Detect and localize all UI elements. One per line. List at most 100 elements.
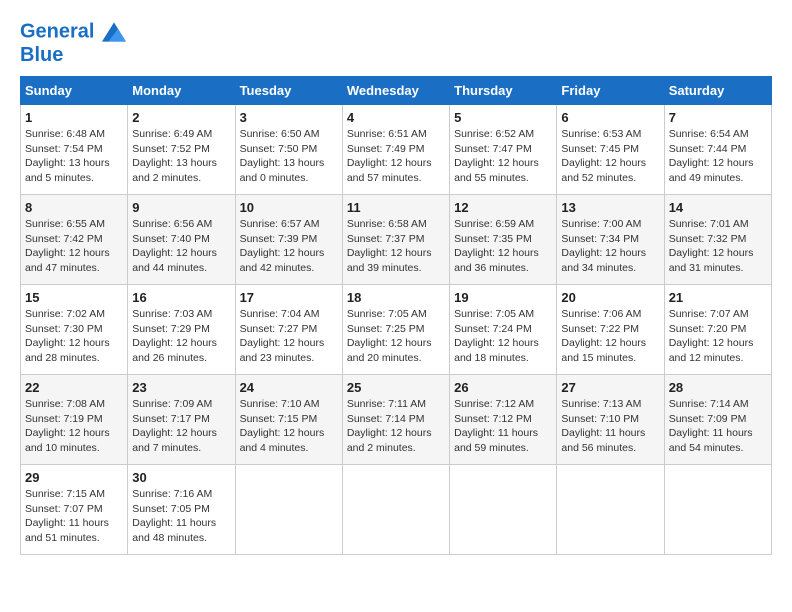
day-info: Sunrise: 6:53 AM Sunset: 7:45 PM Dayligh… xyxy=(561,127,659,186)
day-info: Sunrise: 7:11 AM Sunset: 7:14 PM Dayligh… xyxy=(347,397,445,456)
calendar-cell xyxy=(557,465,664,555)
day-info: Sunrise: 7:08 AM Sunset: 7:19 PM Dayligh… xyxy=(25,397,123,456)
calendar-cell: 20 Sunrise: 7:06 AM Sunset: 7:22 PM Dayl… xyxy=(557,285,664,375)
calendar-week-row: 15 Sunrise: 7:02 AM Sunset: 7:30 PM Dayl… xyxy=(21,285,772,375)
day-info: Sunrise: 6:52 AM Sunset: 7:47 PM Dayligh… xyxy=(454,127,552,186)
calendar-day-header: Thursday xyxy=(450,77,557,105)
day-info: Sunrise: 7:16 AM Sunset: 7:05 PM Dayligh… xyxy=(132,487,230,546)
calendar-cell: 2 Sunrise: 6:49 AM Sunset: 7:52 PM Dayli… xyxy=(128,105,235,195)
day-number: 5 xyxy=(454,110,552,125)
day-info: Sunrise: 6:54 AM Sunset: 7:44 PM Dayligh… xyxy=(669,127,767,186)
day-number: 15 xyxy=(25,290,123,305)
calendar-day-header: Tuesday xyxy=(235,77,342,105)
calendar-cell: 5 Sunrise: 6:52 AM Sunset: 7:47 PM Dayli… xyxy=(450,105,557,195)
day-info: Sunrise: 6:48 AM Sunset: 7:54 PM Dayligh… xyxy=(25,127,123,186)
calendar-cell: 23 Sunrise: 7:09 AM Sunset: 7:17 PM Dayl… xyxy=(128,375,235,465)
calendar-cell: 13 Sunrise: 7:00 AM Sunset: 7:34 PM Dayl… xyxy=(557,195,664,285)
day-number: 11 xyxy=(347,200,445,215)
calendar-cell: 12 Sunrise: 6:59 AM Sunset: 7:35 PM Dayl… xyxy=(450,195,557,285)
calendar-cell: 24 Sunrise: 7:10 AM Sunset: 7:15 PM Dayl… xyxy=(235,375,342,465)
day-info: Sunrise: 6:51 AM Sunset: 7:49 PM Dayligh… xyxy=(347,127,445,186)
calendar-cell xyxy=(235,465,342,555)
calendar-table: SundayMondayTuesdayWednesdayThursdayFrid… xyxy=(20,76,772,555)
day-number: 28 xyxy=(669,380,767,395)
day-info: Sunrise: 6:59 AM Sunset: 7:35 PM Dayligh… xyxy=(454,217,552,276)
calendar-cell: 26 Sunrise: 7:12 AM Sunset: 7:12 PM Dayl… xyxy=(450,375,557,465)
calendar-cell: 7 Sunrise: 6:54 AM Sunset: 7:44 PM Dayli… xyxy=(664,105,771,195)
calendar-week-row: 22 Sunrise: 7:08 AM Sunset: 7:19 PM Dayl… xyxy=(21,375,772,465)
day-info: Sunrise: 7:13 AM Sunset: 7:10 PM Dayligh… xyxy=(561,397,659,456)
day-number: 8 xyxy=(25,200,123,215)
calendar-cell: 19 Sunrise: 7:05 AM Sunset: 7:24 PM Dayl… xyxy=(450,285,557,375)
day-number: 4 xyxy=(347,110,445,125)
calendar-cell: 29 Sunrise: 7:15 AM Sunset: 7:07 PM Dayl… xyxy=(21,465,128,555)
calendar-cell: 3 Sunrise: 6:50 AM Sunset: 7:50 PM Dayli… xyxy=(235,105,342,195)
day-info: Sunrise: 6:57 AM Sunset: 7:39 PM Dayligh… xyxy=(240,217,338,276)
calendar-week-row: 8 Sunrise: 6:55 AM Sunset: 7:42 PM Dayli… xyxy=(21,195,772,285)
calendar-cell: 15 Sunrise: 7:02 AM Sunset: 7:30 PM Dayl… xyxy=(21,285,128,375)
day-number: 16 xyxy=(132,290,230,305)
calendar-week-row: 29 Sunrise: 7:15 AM Sunset: 7:07 PM Dayl… xyxy=(21,465,772,555)
day-number: 6 xyxy=(561,110,659,125)
calendar-cell xyxy=(450,465,557,555)
logo-blue-text: Blue xyxy=(20,44,126,66)
day-number: 20 xyxy=(561,290,659,305)
calendar-cell xyxy=(664,465,771,555)
day-number: 3 xyxy=(240,110,338,125)
day-info: Sunrise: 7:03 AM Sunset: 7:29 PM Dayligh… xyxy=(132,307,230,366)
day-info: Sunrise: 7:01 AM Sunset: 7:32 PM Dayligh… xyxy=(669,217,767,276)
day-number: 22 xyxy=(25,380,123,395)
day-number: 21 xyxy=(669,290,767,305)
day-info: Sunrise: 7:06 AM Sunset: 7:22 PM Dayligh… xyxy=(561,307,659,366)
day-number: 7 xyxy=(669,110,767,125)
day-info: Sunrise: 6:55 AM Sunset: 7:42 PM Dayligh… xyxy=(25,217,123,276)
logo: General Blue xyxy=(20,20,126,66)
calendar-cell: 18 Sunrise: 7:05 AM Sunset: 7:25 PM Dayl… xyxy=(342,285,449,375)
day-number: 9 xyxy=(132,200,230,215)
calendar-day-header: Saturday xyxy=(664,77,771,105)
calendar-cell: 10 Sunrise: 6:57 AM Sunset: 7:39 PM Dayl… xyxy=(235,195,342,285)
day-info: Sunrise: 7:02 AM Sunset: 7:30 PM Dayligh… xyxy=(25,307,123,366)
calendar-cell: 21 Sunrise: 7:07 AM Sunset: 7:20 PM Dayl… xyxy=(664,285,771,375)
day-info: Sunrise: 6:50 AM Sunset: 7:50 PM Dayligh… xyxy=(240,127,338,186)
calendar-cell: 16 Sunrise: 7:03 AM Sunset: 7:29 PM Dayl… xyxy=(128,285,235,375)
calendar-header-row: SundayMondayTuesdayWednesdayThursdayFrid… xyxy=(21,77,772,105)
day-number: 24 xyxy=(240,380,338,395)
calendar-day-header: Sunday xyxy=(21,77,128,105)
calendar-cell: 11 Sunrise: 6:58 AM Sunset: 7:37 PM Dayl… xyxy=(342,195,449,285)
logo-icon xyxy=(102,20,126,44)
page-header: General Blue xyxy=(20,20,772,66)
day-info: Sunrise: 6:58 AM Sunset: 7:37 PM Dayligh… xyxy=(347,217,445,276)
day-number: 13 xyxy=(561,200,659,215)
day-number: 18 xyxy=(347,290,445,305)
calendar-cell: 14 Sunrise: 7:01 AM Sunset: 7:32 PM Dayl… xyxy=(664,195,771,285)
day-number: 14 xyxy=(669,200,767,215)
day-number: 25 xyxy=(347,380,445,395)
day-number: 2 xyxy=(132,110,230,125)
day-info: Sunrise: 7:05 AM Sunset: 7:25 PM Dayligh… xyxy=(347,307,445,366)
day-number: 30 xyxy=(132,470,230,485)
day-number: 23 xyxy=(132,380,230,395)
day-number: 1 xyxy=(25,110,123,125)
calendar-cell: 9 Sunrise: 6:56 AM Sunset: 7:40 PM Dayli… xyxy=(128,195,235,285)
calendar-day-header: Friday xyxy=(557,77,664,105)
calendar-day-header: Wednesday xyxy=(342,77,449,105)
day-number: 17 xyxy=(240,290,338,305)
day-number: 27 xyxy=(561,380,659,395)
calendar-week-row: 1 Sunrise: 6:48 AM Sunset: 7:54 PM Dayli… xyxy=(21,105,772,195)
day-info: Sunrise: 7:12 AM Sunset: 7:12 PM Dayligh… xyxy=(454,397,552,456)
calendar-cell: 1 Sunrise: 6:48 AM Sunset: 7:54 PM Dayli… xyxy=(21,105,128,195)
day-info: Sunrise: 7:10 AM Sunset: 7:15 PM Dayligh… xyxy=(240,397,338,456)
day-number: 26 xyxy=(454,380,552,395)
day-info: Sunrise: 6:49 AM Sunset: 7:52 PM Dayligh… xyxy=(132,127,230,186)
day-number: 19 xyxy=(454,290,552,305)
day-info: Sunrise: 7:14 AM Sunset: 7:09 PM Dayligh… xyxy=(669,397,767,456)
day-info: Sunrise: 7:09 AM Sunset: 7:17 PM Dayligh… xyxy=(132,397,230,456)
day-info: Sunrise: 6:56 AM Sunset: 7:40 PM Dayligh… xyxy=(132,217,230,276)
calendar-cell: 17 Sunrise: 7:04 AM Sunset: 7:27 PM Dayl… xyxy=(235,285,342,375)
calendar-day-header: Monday xyxy=(128,77,235,105)
calendar-cell: 25 Sunrise: 7:11 AM Sunset: 7:14 PM Dayl… xyxy=(342,375,449,465)
calendar-cell xyxy=(342,465,449,555)
day-number: 29 xyxy=(25,470,123,485)
logo-text: General xyxy=(20,20,126,44)
